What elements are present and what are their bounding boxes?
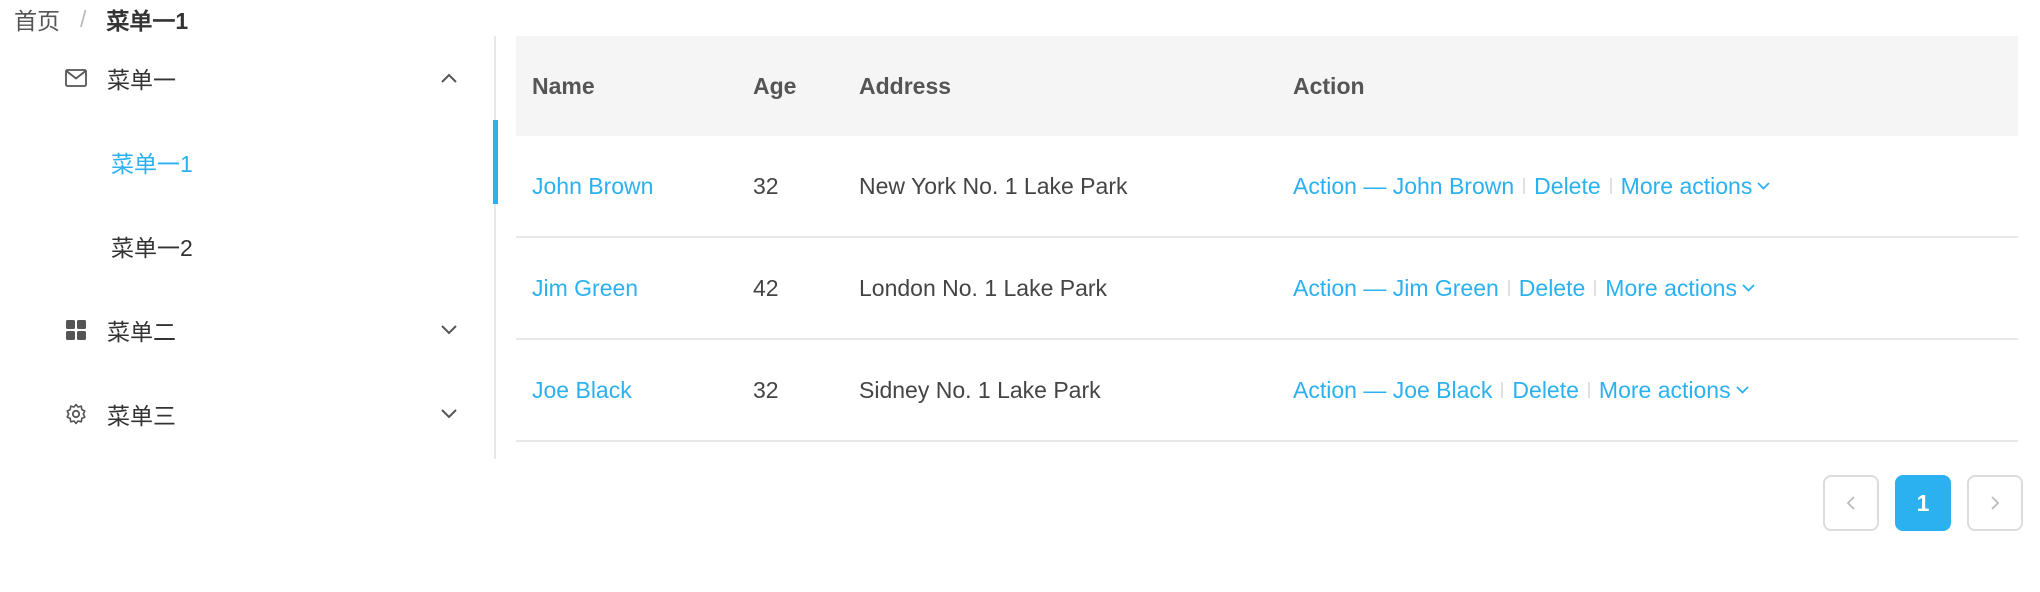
next-page-button[interactable] — [1967, 475, 2023, 531]
prev-page-button[interactable] — [1823, 475, 1879, 531]
menu-item-label: 菜单一2 — [111, 235, 193, 261]
table-row: Jim Green 42 London No. 1 Lake Park Acti… — [516, 238, 2018, 340]
appstore-icon — [64, 318, 88, 342]
breadcrumb-home[interactable]: 首页 — [14, 2, 60, 36]
delete-link[interactable]: Delete — [1519, 275, 1585, 302]
action-cell: Action — Joe Black Delete More actions — [1293, 377, 1749, 404]
name-link[interactable]: Jim Green — [532, 275, 638, 302]
column-header-address: Address — [859, 72, 952, 99]
table-header: Name Age Address Action — [516, 36, 2018, 136]
chevron-down-icon — [440, 405, 458, 423]
submenu-menu-1[interactable]: 菜单一 — [0, 36, 496, 120]
action-link[interactable]: Action — Jim Green — [1293, 275, 1499, 302]
more-actions-label: More actions — [1620, 172, 1753, 199]
address-cell: New York No. 1 Lake Park — [859, 172, 1128, 199]
action-cell: Action — Jim Green Delete More actions — [1293, 275, 1755, 302]
menu-item-label: 菜单一1 — [111, 151, 193, 177]
sidebar-menu: 菜单一 菜单一1 菜单一2 菜单二 菜单三 — [0, 36, 498, 459]
action-divider — [1507, 280, 1510, 296]
more-actions-label: More actions — [1605, 274, 1737, 301]
mail-icon — [64, 66, 88, 90]
submenu-label: 菜单二 — [107, 319, 176, 345]
setting-icon — [64, 402, 88, 426]
chevron-left-icon — [1846, 496, 1855, 510]
table-row: Joe Black 32 Sidney No. 1 Lake Park Acti… — [516, 340, 2018, 442]
chevron-down-icon — [1735, 386, 1749, 394]
age-cell: 42 — [753, 274, 779, 301]
submenu-label: 菜单三 — [107, 403, 176, 429]
column-header-age: Age — [753, 72, 797, 99]
table-row: John Brown 32 New York No. 1 Lake Park A… — [516, 136, 2018, 238]
column-header-action: Action — [1293, 72, 1365, 99]
breadcrumb-current: 菜单一1 — [106, 8, 189, 34]
more-actions-dropdown[interactable]: More actions — [1599, 377, 1749, 404]
chevron-down-icon — [1757, 182, 1770, 190]
chevron-down-icon — [440, 321, 458, 339]
action-divider — [1523, 178, 1526, 194]
submenu-menu-2[interactable]: 菜单二 — [0, 288, 496, 372]
more-actions-label: More actions — [1598, 376, 1731, 403]
submenu-menu-3[interactable]: 菜单三 — [0, 372, 496, 456]
name-link[interactable]: Joe Black — [532, 377, 632, 404]
chevron-right-icon — [1991, 496, 2000, 510]
action-link[interactable]: Action — John Brown — [1293, 173, 1514, 200]
action-cell: Action — John Brown Delete More actions — [1293, 173, 1770, 200]
age-cell: 32 — [753, 172, 779, 199]
action-link[interactable]: Action — Joe Black — [1293, 377, 1492, 404]
more-actions-dropdown[interactable]: More actions — [1621, 173, 1771, 200]
action-divider — [1609, 178, 1612, 194]
chevron-up-icon — [440, 69, 458, 87]
action-divider — [1587, 382, 1590, 398]
more-actions-dropdown[interactable]: More actions — [1605, 275, 1755, 302]
page-button-current[interactable]: 1 — [1895, 475, 1951, 531]
submenu-label: 菜单一 — [107, 67, 176, 93]
delete-link[interactable]: Delete — [1512, 377, 1578, 404]
menu-item-menu-1-2[interactable]: 菜单一2 — [0, 204, 496, 288]
action-divider — [1501, 382, 1504, 398]
address-cell: Sidney No. 1 Lake Park — [859, 376, 1101, 403]
name-link[interactable]: John Brown — [532, 173, 653, 200]
chevron-down-icon — [1742, 284, 1755, 292]
menu-item-menu-1-1[interactable]: 菜单一1 — [0, 120, 498, 204]
age-cell: 32 — [753, 376, 779, 403]
breadcrumb: 首页 / 菜单一1 — [14, 2, 188, 36]
breadcrumb-separator: / — [80, 5, 87, 32]
address-cell: London No. 1 Lake Park — [859, 274, 1108, 301]
data-table: Name Age Address Action John Brown 32 Ne… — [516, 36, 2018, 442]
pagination: 1 — [1823, 475, 2023, 531]
action-divider — [1594, 280, 1597, 296]
delete-link[interactable]: Delete — [1534, 173, 1600, 200]
column-header-name: Name — [532, 72, 595, 99]
